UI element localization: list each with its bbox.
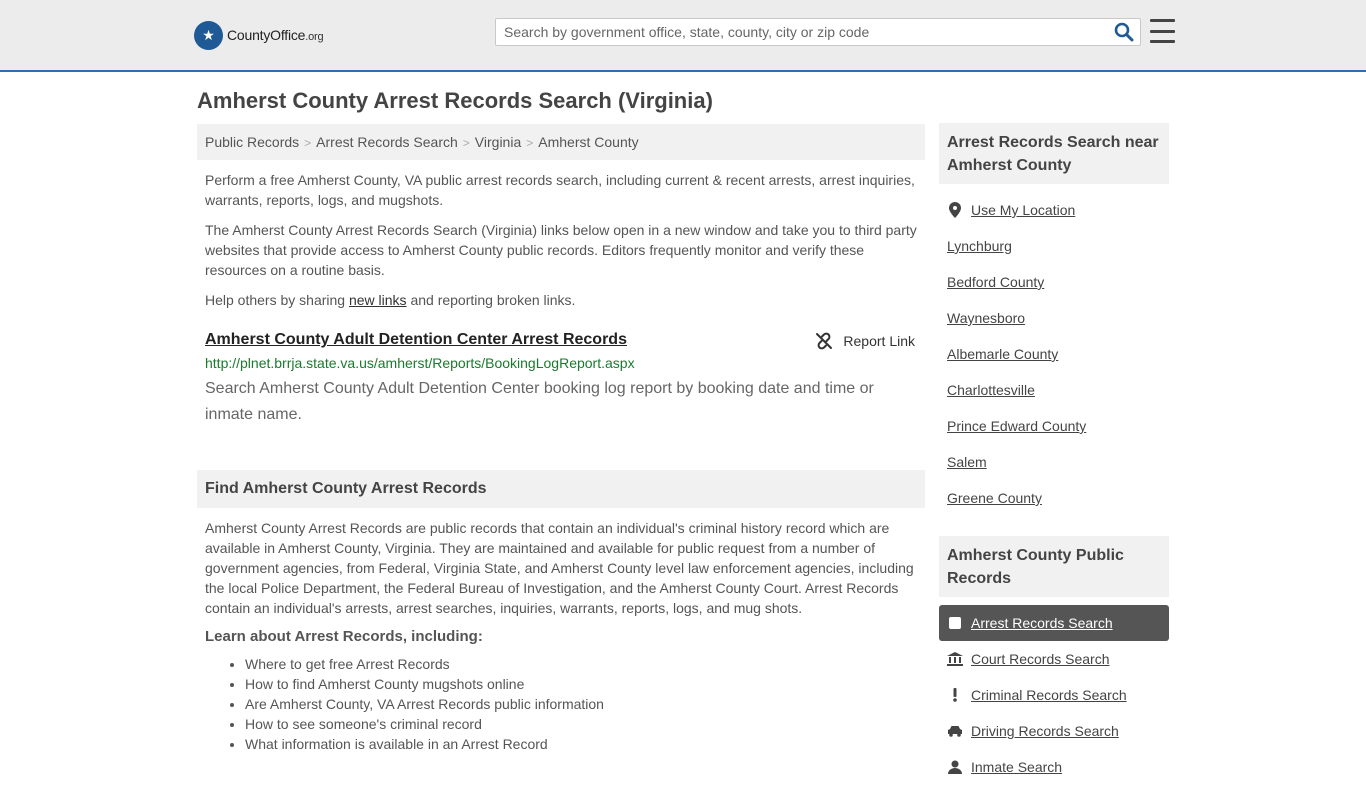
- list-item: Where to get free Arrest Records: [245, 654, 925, 674]
- learn-list: Where to get free Arrest Records How to …: [197, 654, 925, 754]
- breadcrumb-virginia[interactable]: Virginia: [475, 134, 521, 150]
- search-icon: [1114, 22, 1134, 42]
- sidebar-item-lynchburg[interactable]: Lynchburg: [939, 228, 1169, 264]
- sidebar-item-criminal-records[interactable]: Criminal Records Search: [939, 677, 1169, 713]
- logo-text: CountyOffice: [227, 27, 306, 43]
- main-content: Public Records > Arrest Records Search > Vir…: [197, 124, 925, 754]
- breadcrumb-amherst-county[interactable]: Amherst County: [538, 134, 638, 150]
- learn-heading: Learn about Arrest Records, including:: [205, 628, 483, 645]
- square-icon: [947, 616, 963, 630]
- list-item: How to find Amherst County mugshots onli…: [245, 674, 925, 694]
- nearby-heading: Arrest Records Search near Amherst Count…: [939, 123, 1169, 184]
- report-link-button[interactable]: Report Link: [815, 332, 915, 350]
- search-button[interactable]: [1114, 22, 1136, 44]
- find-records-paragraph: Amherst County Arrest Records are public…: [205, 520, 914, 616]
- search-input[interactable]: [496, 19, 1096, 45]
- sidebar-item-prince-edward-county[interactable]: Prince Edward County: [939, 408, 1169, 444]
- use-location-item[interactable]: Use My Location: [939, 192, 1169, 228]
- breadcrumb: Public Records > Arrest Records Search > Vir…: [197, 124, 925, 160]
- disclaimer-paragraph: The Amherst County Arrest Records Search…: [205, 222, 917, 278]
- sidebar-item-bedford-county[interactable]: Bedford County: [939, 264, 1169, 300]
- site-header: ★ CountyOffice.org: [0, 0, 1366, 72]
- logo-tld: .org: [305, 31, 324, 43]
- sidebar-item-albemarle-county[interactable]: Albemarle County: [939, 336, 1169, 372]
- chevron-right-icon: >: [462, 136, 470, 150]
- menu-icon[interactable]: [1150, 19, 1175, 43]
- new-links-link[interactable]: new links: [349, 292, 407, 308]
- public-records-heading: Amherst County Public Records: [939, 536, 1169, 597]
- record-title-link[interactable]: Amherst County Adult Detention Center Ar…: [205, 331, 627, 348]
- sidebar: Arrest Records Search near Amherst Count…: [939, 123, 1169, 785]
- breadcrumb-arrest-records-search[interactable]: Arrest Records Search: [316, 134, 458, 150]
- map-pin-icon: [947, 202, 963, 218]
- chevron-right-icon: >: [526, 136, 534, 150]
- record-listing: Amherst County Adult Detention Center Ar…: [197, 330, 925, 428]
- list-item: What information is available in an Arre…: [245, 734, 925, 754]
- list-item: Are Amherst County, VA Arrest Records pu…: [245, 694, 925, 714]
- find-records-heading: Find Amherst County Arrest Records: [197, 470, 925, 508]
- sidebar-item-charlottesville[interactable]: Charlottesville: [939, 372, 1169, 408]
- search-box: [495, 18, 1141, 46]
- use-location-link[interactable]: Use My Location: [971, 202, 1075, 218]
- record-url: http://plnet.brrja.state.va.us/amherst/R…: [205, 355, 635, 371]
- user-icon: [947, 760, 963, 774]
- site-logo[interactable]: ★ CountyOffice.org: [194, 20, 324, 50]
- intro-paragraph: Perform a free Amherst County, VA public…: [205, 172, 915, 208]
- list-item: How to see someone's criminal record: [245, 714, 925, 734]
- sidebar-item-driving-records[interactable]: Driving Records Search: [939, 713, 1169, 749]
- exclamation-icon: [947, 688, 963, 702]
- broken-link-icon: [816, 332, 833, 350]
- sidebar-item-inmate-search[interactable]: Inmate Search: [939, 749, 1169, 785]
- share-paragraph: Help others by sharing new links and rep…: [205, 292, 576, 308]
- car-icon: [947, 725, 963, 737]
- sidebar-item-court-records[interactable]: Court Records Search: [939, 641, 1169, 677]
- sidebar-item-salem[interactable]: Salem: [939, 444, 1169, 480]
- courthouse-icon: [947, 652, 963, 666]
- sidebar-item-waynesboro[interactable]: Waynesboro: [939, 300, 1169, 336]
- public-records-list: Arrest Records Search Court Records Sear…: [939, 605, 1169, 785]
- seal-icon: ★: [194, 20, 223, 50]
- page-title: Amherst County Arrest Records Search (Vi…: [197, 88, 713, 113]
- chevron-right-icon: >: [304, 136, 312, 150]
- sidebar-item-arrest-records[interactable]: Arrest Records Search: [939, 605, 1169, 641]
- nearby-list: Use My Location Lynchburg Bedford County…: [939, 192, 1169, 516]
- breadcrumb-public-records[interactable]: Public Records: [205, 134, 299, 150]
- report-link-label: Report Link: [843, 333, 915, 349]
- sidebar-item-greene-county[interactable]: Greene County: [939, 480, 1169, 516]
- record-description: Search Amherst County Adult Detention Ce…: [205, 380, 874, 423]
